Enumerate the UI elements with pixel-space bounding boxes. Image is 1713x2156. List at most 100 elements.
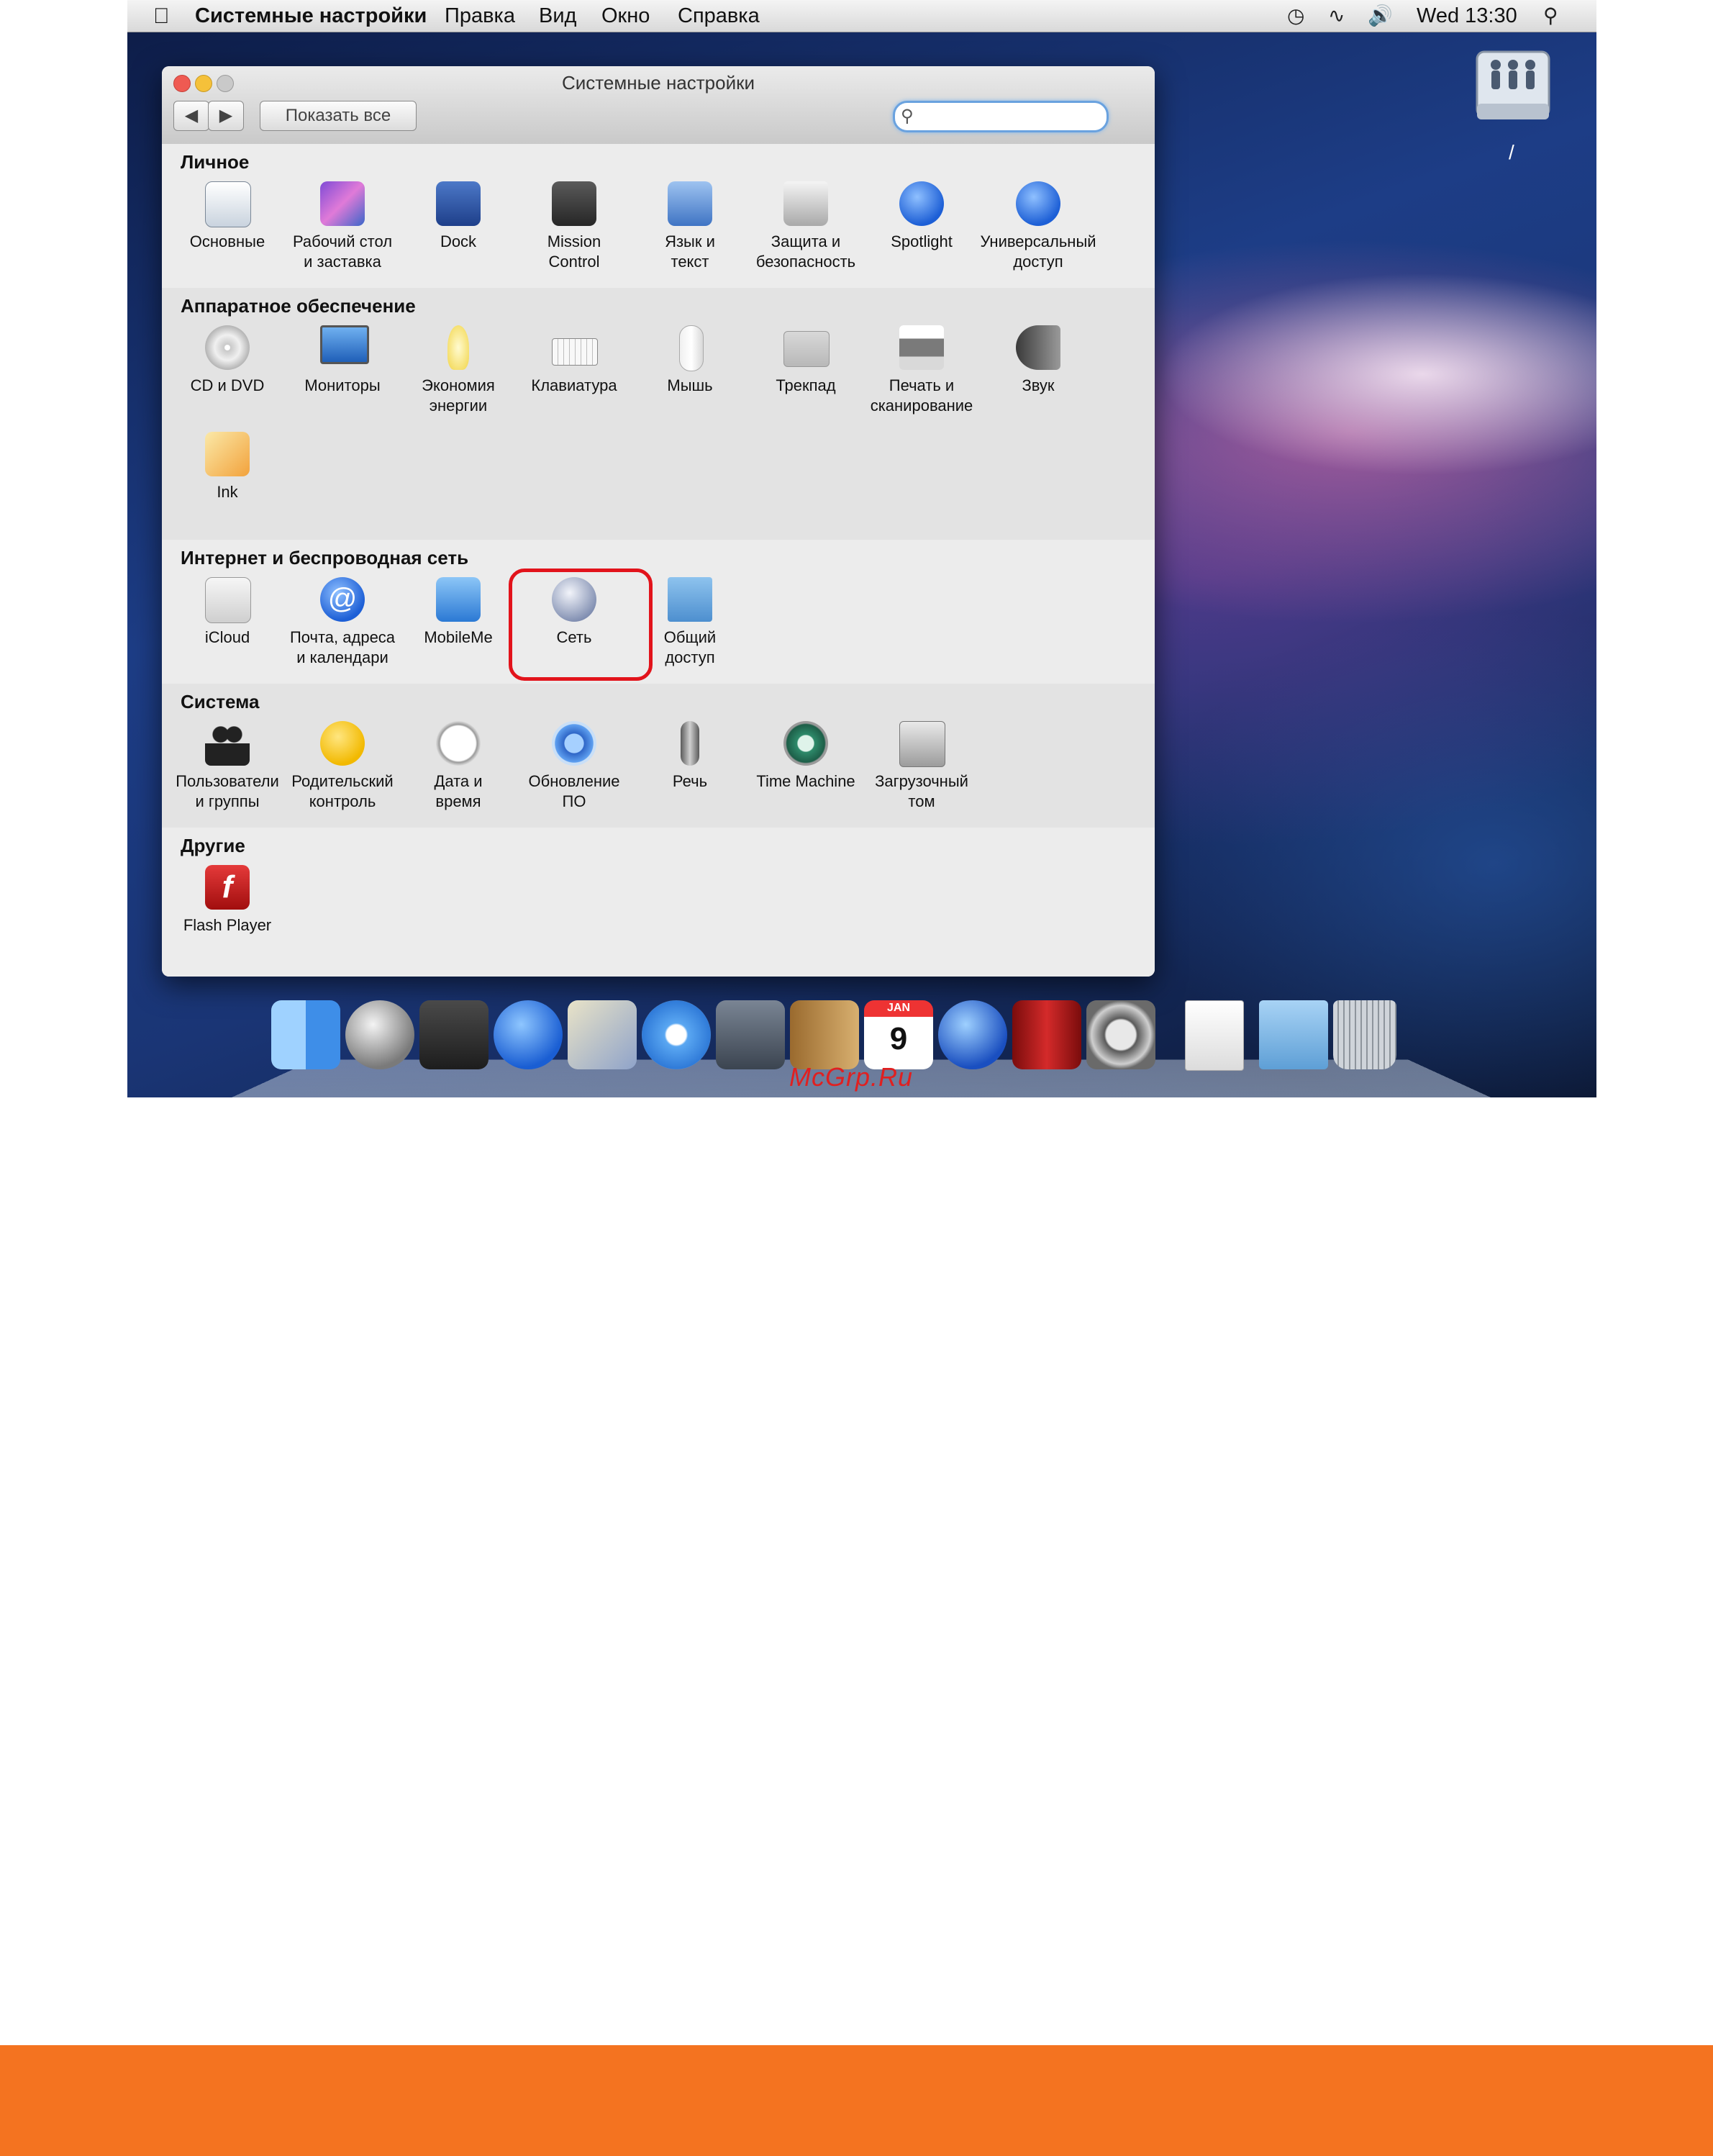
network-highlight-frame xyxy=(509,569,653,681)
documents-stack-icon[interactable] xyxy=(1185,1000,1244,1071)
pref-label: Spotlight xyxy=(863,232,980,252)
section-title: Система xyxy=(181,691,259,713)
users-icon xyxy=(205,721,250,766)
launchpad-icon[interactable] xyxy=(345,1000,414,1069)
menu-help[interactable]: Справка xyxy=(678,3,760,29)
footer-bar xyxy=(0,2045,1713,2156)
pref-label: Печать и сканирование xyxy=(863,376,980,416)
printer-icon xyxy=(899,325,944,370)
section-hardware: Аппаратное обеспечение CD и DVD Мониторы… xyxy=(162,288,1155,540)
time-machine-pref-icon xyxy=(783,721,828,766)
network-drive-icon[interactable] xyxy=(1474,47,1552,127)
pref-label: Ink xyxy=(169,482,286,502)
pref-label: Обновление ПО xyxy=(516,771,632,812)
section-personal: Личное Основные Рабочий стол и заставка … xyxy=(162,144,1155,289)
pref-label: Защита и безопасность xyxy=(748,232,864,272)
section-title: Личное xyxy=(181,151,249,173)
section-title: Интернет и беспроводная сеть xyxy=(181,547,468,569)
show-all-button[interactable]: Показать все xyxy=(260,101,417,131)
search-field[interactable]: ⚲ xyxy=(893,101,1109,132)
section-internet-wireless: Интернет и беспроводная сеть iCloud @ По… xyxy=(162,540,1155,684)
pref-label: Язык и текст xyxy=(632,232,748,272)
pref-label: Time Machine xyxy=(748,771,864,792)
pref-label: Трекпад xyxy=(748,376,864,396)
finder-icon[interactable] xyxy=(271,1000,340,1069)
icloud-icon xyxy=(205,577,251,623)
network-activity-icon[interactable]: ∿ xyxy=(1328,3,1345,29)
ink-pen-icon xyxy=(205,432,250,476)
pref-label: Mission Control xyxy=(516,232,632,272)
menu-window[interactable]: Окно xyxy=(601,3,650,29)
monitor-icon xyxy=(320,325,369,364)
time-machine-icon[interactable]: ◷ xyxy=(1287,3,1304,29)
menu-bar:  Системные настройки Правка Вид Окно Сп… xyxy=(127,0,1596,32)
pref-label: Загрузочный том xyxy=(863,771,980,812)
mouse-icon xyxy=(679,325,704,371)
pref-label: Универсальный доступ xyxy=(980,232,1096,272)
startup-disk-icon xyxy=(899,721,945,767)
section-title: Аппаратное обеспечение xyxy=(181,295,416,317)
mission-control-pref-icon xyxy=(552,181,596,226)
software-update-icon xyxy=(552,721,596,766)
speaker-icon xyxy=(1016,325,1060,370)
sharing-folder-icon xyxy=(668,577,712,622)
pref-label: Экономия энергии xyxy=(400,376,517,416)
trash-icon[interactable] xyxy=(1333,1000,1396,1069)
safari-icon[interactable] xyxy=(642,1000,711,1069)
section-system: Система Пользователи и группы Родительск… xyxy=(162,684,1155,828)
contacts-icon[interactable] xyxy=(790,1000,859,1069)
forward-button[interactable]: ▶ xyxy=(208,101,244,131)
pref-label: Мышь xyxy=(632,376,748,396)
trackpad-icon xyxy=(783,331,830,367)
pref-label: Родительский контроль xyxy=(284,771,401,812)
lightbulb-icon xyxy=(447,325,469,370)
calendar-icon[interactable]: JAN 9 xyxy=(864,1000,933,1069)
parental-controls-icon xyxy=(320,721,365,766)
window-toolbar: Системные настройки ◀ ▶ Показать все ⚲ xyxy=(162,66,1155,145)
back-button[interactable]: ◀ xyxy=(173,101,209,131)
calendar-day: 9 xyxy=(864,1016,933,1062)
system-preferences-icon[interactable] xyxy=(1086,1000,1155,1069)
house-lock-icon xyxy=(783,181,828,226)
system-preferences-window: Системные настройки ◀ ▶ Показать все ⚲ Л… xyxy=(162,66,1155,977)
menu-clock[interactable]: Wed 13:30 xyxy=(1417,3,1517,29)
search-input[interactable] xyxy=(921,106,1096,127)
window-title: Системные настройки xyxy=(162,72,1155,94)
pref-label: Flash Player xyxy=(169,915,286,936)
pref-label: Dock xyxy=(400,232,517,252)
pref-label: Звук xyxy=(980,376,1096,396)
mail-icon[interactable] xyxy=(568,1000,637,1069)
photo-booth-icon[interactable] xyxy=(1012,1000,1081,1069)
itunes-icon[interactable] xyxy=(938,1000,1007,1069)
pref-label: Пользователи и группы xyxy=(169,771,286,812)
pref-label: Дата и время xyxy=(400,771,517,812)
search-icon: ⚲ xyxy=(901,106,914,127)
menu-app-name[interactable]: Системные настройки xyxy=(195,3,427,29)
drive-label: / xyxy=(1509,141,1514,164)
desktop-screensaver-icon xyxy=(320,181,365,226)
pref-label: CD и DVD xyxy=(169,376,286,396)
at-sign-icon: @ xyxy=(320,577,365,622)
spotlight-pref-icon xyxy=(899,181,944,226)
mission-control-icon[interactable] xyxy=(419,1000,489,1069)
app-store-icon[interactable] xyxy=(494,1000,563,1069)
pref-label: Клавиатура xyxy=(516,376,632,396)
downloads-stack-icon[interactable] xyxy=(1259,1000,1328,1069)
facetime-icon[interactable] xyxy=(716,1000,785,1069)
pref-label: Основные xyxy=(169,232,286,252)
pref-label: Мониторы xyxy=(284,376,401,396)
desktop-screen:  Системные настройки Правка Вид Окно Сп… xyxy=(127,0,1596,1097)
flash-player-icon: f xyxy=(205,865,250,910)
dock-pref-icon xyxy=(436,181,481,226)
pref-label: iCloud xyxy=(169,628,286,648)
keyboard-icon xyxy=(552,338,598,366)
menu-view[interactable]: Вид xyxy=(539,3,576,29)
spotlight-icon[interactable]: ⚲ xyxy=(1543,3,1558,29)
clock-icon xyxy=(436,721,481,766)
apple-logo[interactable]:  xyxy=(153,4,170,29)
volume-icon[interactable]: 🔊 xyxy=(1368,3,1393,29)
general-icon xyxy=(205,181,251,227)
pref-label: Рабочий стол и заставка xyxy=(284,232,401,272)
pref-label: MobileMe xyxy=(400,628,517,648)
menu-edit[interactable]: Правка xyxy=(445,3,515,29)
